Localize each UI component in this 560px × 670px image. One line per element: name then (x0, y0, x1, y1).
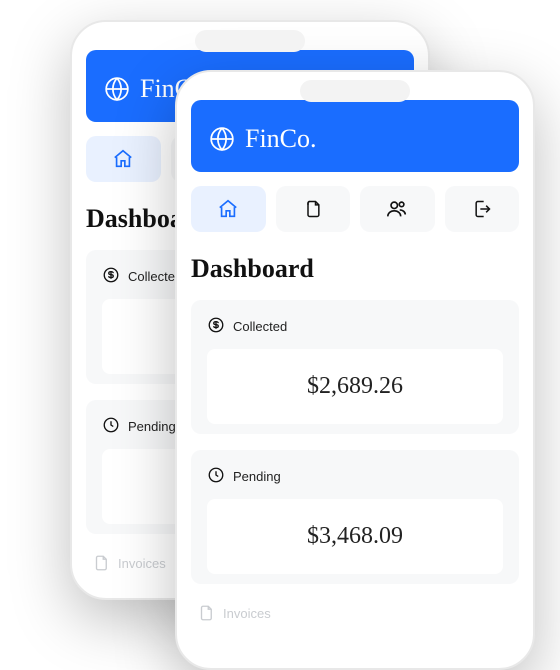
nav-home[interactable] (191, 186, 266, 232)
globe-icon (209, 126, 235, 152)
people-icon (386, 198, 408, 220)
home-icon (112, 148, 134, 170)
card-collected: Collected $2,689.26 (191, 300, 519, 434)
clock-icon (102, 416, 120, 437)
card-label: Pending (128, 419, 176, 434)
app-header: FinCo. (191, 100, 519, 172)
card-body: $3,468.09 (207, 499, 503, 574)
home-icon (217, 198, 239, 220)
invoices-label: Invoices (118, 556, 166, 571)
card-label: Pending (233, 469, 281, 484)
dollar-icon (207, 316, 225, 337)
page-title: Dashboard (191, 254, 519, 284)
invoices-icon (197, 604, 215, 622)
nav-bar (191, 186, 519, 232)
card-header: Pending (207, 466, 503, 487)
invoices-label: Invoices (223, 606, 271, 621)
card-body: $2,689.26 (207, 349, 503, 424)
screen: FinCo. Dashboard Collected $2,689.26 (177, 72, 533, 668)
dollar-icon (102, 266, 120, 287)
document-icon (303, 199, 323, 219)
brand-name: FinCo. (245, 124, 317, 154)
nav-logout[interactable] (445, 186, 520, 232)
phone-mockup-front: FinCo. Dashboard Collected $2,689.26 (175, 70, 535, 670)
card-label: Collected (233, 319, 287, 334)
phone-notch (300, 80, 410, 102)
card-header: Collected (207, 316, 503, 337)
amount-value: $3,468.09 (217, 523, 493, 550)
nav-people[interactable] (360, 186, 435, 232)
card-pending: Pending $3,468.09 (191, 450, 519, 584)
invoices-row[interactable]: Invoices (191, 600, 519, 626)
nav-documents[interactable] (276, 186, 351, 232)
logout-icon (472, 199, 492, 219)
amount-value: $2,689.26 (217, 373, 493, 400)
clock-icon (207, 466, 225, 487)
invoices-icon (92, 554, 110, 572)
nav-home[interactable] (86, 136, 161, 182)
globe-icon (104, 76, 130, 102)
phone-notch (195, 30, 305, 52)
